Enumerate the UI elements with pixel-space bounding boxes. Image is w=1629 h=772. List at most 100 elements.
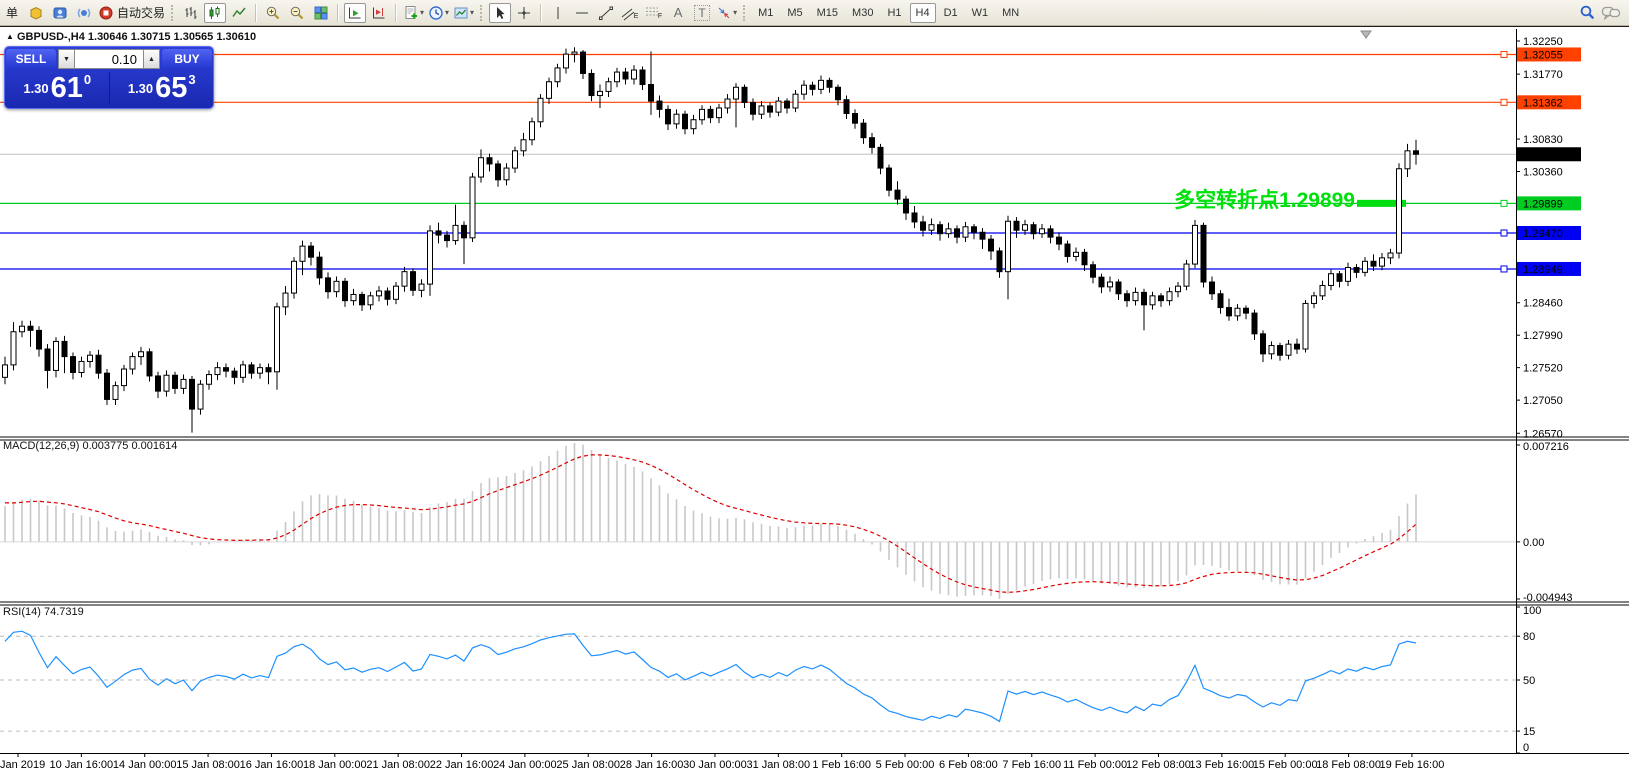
candle [887, 165, 892, 197]
candle [360, 292, 365, 311]
tile-windows-button[interactable] [310, 3, 332, 23]
bar-chart-button[interactable] [180, 3, 202, 23]
timeframe-button-H1[interactable]: H1 [881, 3, 907, 23]
chart-shift-button[interactable] [368, 3, 390, 23]
candle [895, 181, 900, 204]
text-button[interactable]: A [667, 3, 689, 23]
x-tick-label: 5 Feb 00:00 [876, 759, 935, 771]
new-order-button[interactable]: 单 [1, 3, 23, 23]
timeframe-group: M1M5M15M30H1H4D1W1MN [751, 3, 1026, 23]
line-chart-button[interactable] [228, 3, 250, 23]
chart-canvas[interactable]: 1.322501.317701.308301.303601.284601.279… [0, 27, 1629, 772]
periods-button[interactable]: ▾ [427, 3, 450, 23]
volume-decrease-button[interactable]: ▼ [58, 49, 75, 69]
data-window-button[interactable] [49, 3, 71, 23]
navigator-button[interactable] [73, 3, 95, 23]
sell-button[interactable]: SELL [6, 49, 56, 69]
candle [394, 282, 399, 304]
candle [1048, 225, 1053, 243]
price-tag[interactable]: 1.32055 [1517, 47, 1581, 61]
chart-window[interactable]: 1.322501.317701.308301.303601.284601.279… [0, 25, 1629, 770]
candle [725, 94, 730, 113]
price-tag[interactable]: 1.29899 [1517, 196, 1581, 210]
new-order-label: 单 [6, 4, 18, 21]
volume-input[interactable] [75, 49, 143, 69]
indicators-button[interactable]: ▾ [402, 3, 425, 23]
price-tag[interactable]: 1.30610 [1517, 147, 1581, 161]
equidistant-channel-button[interactable]: E [619, 3, 641, 23]
rsi-line [5, 631, 1416, 721]
cursor-button[interactable] [489, 3, 511, 23]
candle [632, 65, 637, 84]
candle [487, 154, 492, 172]
toolbar-separator [255, 4, 257, 22]
timeframe-button-M1[interactable]: M1 [752, 3, 779, 23]
macd-indicator-label: MACD(12,26,9) 0.003775 0.001614 [3, 440, 177, 452]
volume-increase-button[interactable]: ▲ [143, 49, 160, 69]
chat-button[interactable] [1600, 3, 1622, 23]
candle [1014, 217, 1019, 238]
candlestick-chart-button[interactable] [204, 3, 226, 23]
price-tag[interactable]: 1.29470 [1517, 226, 1581, 240]
text-label-button[interactable]: T [691, 3, 713, 23]
price-tag[interactable]: 1.31362 [1517, 95, 1581, 109]
candle [1193, 220, 1198, 268]
x-tick-label: 24 Jan 00:00 [493, 759, 557, 771]
candle [649, 51, 654, 115]
candle [1201, 223, 1206, 288]
arrows-button[interactable]: ▾ [715, 3, 738, 23]
timeframe-button-M30[interactable]: M30 [846, 3, 879, 23]
candle [258, 364, 263, 379]
label-tool-letter: T [694, 5, 709, 21]
candle [215, 362, 220, 380]
crosshair-button[interactable] [513, 3, 535, 23]
timeframe-button-M15[interactable]: M15 [811, 3, 844, 23]
sell-price-display[interactable]: 1.30 61 0 [5, 70, 109, 106]
timeframe-button-M5[interactable]: M5 [781, 3, 808, 23]
zoom-in-button[interactable] [262, 3, 284, 23]
candle [419, 279, 424, 297]
vertical-line-button[interactable] [547, 3, 569, 23]
candle [657, 96, 662, 118]
collapse-marker-icon[interactable]: ▲ [6, 32, 14, 41]
candle [54, 337, 59, 377]
buy-price-display[interactable]: 1.30 65 3 [110, 70, 214, 106]
candle [1405, 144, 1410, 177]
candle [683, 111, 688, 134]
search-button[interactable] [1576, 3, 1598, 23]
timeframe-button-W1[interactable]: W1 [966, 3, 995, 23]
macd-scale-min: -0.004943 [1523, 592, 1573, 604]
timeframe-button-D1[interactable]: D1 [938, 3, 964, 23]
market-watch-button[interactable] [25, 3, 47, 23]
trendline-button[interactable] [595, 3, 617, 23]
autotrading-button[interactable]: 自动交易 [97, 3, 166, 23]
timeframe-button-H4[interactable]: H4 [910, 3, 936, 23]
hline-handle[interactable] [1501, 266, 1507, 272]
candle [802, 80, 807, 99]
buy-button[interactable]: BUY [162, 49, 212, 69]
price-tag[interactable]: 1.28949 [1517, 262, 1581, 276]
fibonacci-button[interactable]: F [643, 3, 665, 23]
templates-button[interactable]: ▾ [452, 3, 475, 23]
zoom-out-button[interactable] [286, 3, 308, 23]
auto-scroll-button[interactable] [344, 3, 366, 23]
x-tick-label: 16 Jan 16:00 [240, 759, 304, 771]
candle [1091, 261, 1096, 283]
candle [674, 109, 679, 128]
candle [496, 160, 501, 186]
hline-handle[interactable] [1501, 99, 1507, 105]
horizontal-line-button[interactable] [571, 3, 593, 23]
candle [470, 173, 475, 242]
candle [1065, 241, 1070, 263]
candle [224, 364, 229, 378]
hline-handle[interactable] [1501, 51, 1507, 57]
chart-title: ▲ GBPUSD-,H4 1.30646 1.30715 1.30565 1.3… [6, 31, 256, 43]
svg-text:1.30610: 1.30610 [1523, 149, 1563, 161]
chart-shift-marker[interactable] [1361, 31, 1371, 38]
turning-point-annotation[interactable]: 多空转折点1.29899 [1093, 184, 1355, 214]
timeframe-button-MN[interactable]: MN [996, 3, 1025, 23]
hline-handle[interactable] [1501, 200, 1507, 206]
candle [717, 104, 722, 123]
candle [504, 163, 509, 185]
hline-handle[interactable] [1501, 230, 1507, 236]
